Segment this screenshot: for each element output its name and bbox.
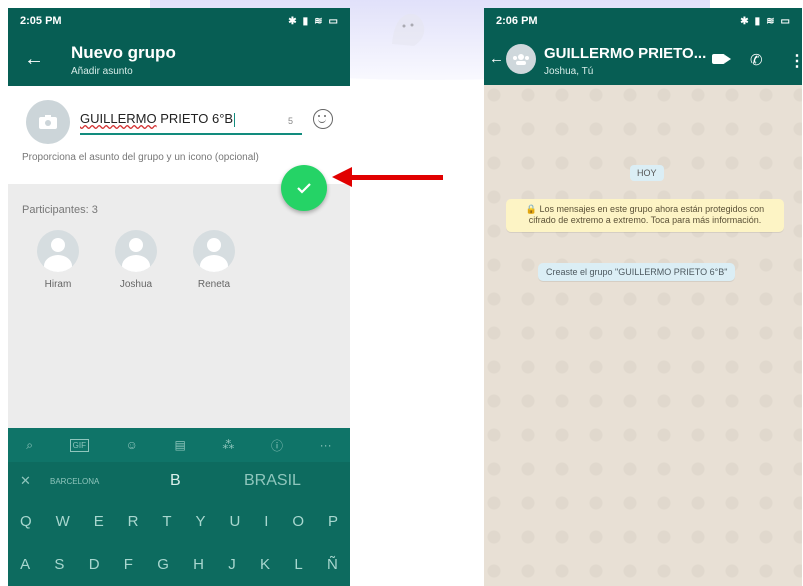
group-subject-input[interactable]: GUILLERMO PRIETO 6°B (80, 111, 302, 135)
key-d[interactable]: D (89, 556, 100, 573)
close-suggestions-icon[interactable]: ✕ (20, 473, 31, 489)
clipboard-icon[interactable]: ▤ (174, 438, 185, 452)
avatar (193, 230, 235, 272)
group-avatar[interactable] (506, 44, 536, 74)
top-app-bar: 2:05 PM ✱ ▮ ≋ ▭ ← Nuevo grupo Añadir asu… (8, 8, 350, 86)
subject-text-misspelled: GUILLERMO (80, 111, 157, 126)
participant-name: Reneta (197, 279, 231, 290)
key-u[interactable]: U (229, 513, 240, 530)
avatar (115, 230, 157, 272)
status-bar: 2:05 PM ✱ ▮ ≋ ▭ (8, 8, 350, 34)
suggestion-item[interactable]: BRASIL (244, 472, 301, 490)
chat-members: Joshua, Tú (544, 66, 594, 77)
keyboard: ⌕ GIF ☺ ▤ ⁂ ⓘ ··· ✕ BARCELONA B BRASIL Q… (8, 428, 350, 586)
key-y[interactable]: Y (196, 513, 206, 530)
emoji-icon[interactable] (313, 109, 333, 129)
camera-icon (39, 115, 57, 129)
date-chip: HOY (630, 165, 664, 181)
screen-title: Nuevo grupo (71, 43, 176, 62)
participant-item[interactable]: Joshua (106, 230, 166, 290)
group-photo-button[interactable] (26, 100, 70, 144)
char-counter: 5 (288, 116, 294, 126)
suggestion-item[interactable]: BARCELONA (50, 477, 99, 486)
subject-hint: Proporciona el asunto del grupo y un ico… (22, 152, 259, 163)
participants-section (8, 184, 350, 433)
key-l[interactable]: L (294, 556, 302, 573)
confirm-button[interactable] (281, 165, 327, 211)
key-h[interactable]: H (193, 556, 204, 573)
back-arrow-icon[interactable]: ← (489, 50, 504, 67)
key-r[interactable]: R (128, 513, 139, 530)
subject-text-rest: PRIETO 6°B (156, 111, 234, 126)
key-s[interactable]: S (54, 556, 64, 573)
group-icon (513, 54, 529, 65)
group-chat-screen: 2:06 PM ✱ ▮ ≋ ▭ ← GUILLERMO PRIETO... Jo… (484, 8, 802, 586)
battery-icon: ▭ (328, 15, 338, 27)
key-n-tilde[interactable]: Ñ (327, 556, 338, 573)
chat-app-bar: 2:06 PM ✱ ▮ ≋ ▭ ← GUILLERMO PRIETO... Jo… (484, 8, 802, 85)
status-time: 2:06 PM (496, 15, 538, 27)
participant-name: Joshua (119, 279, 153, 290)
key-j[interactable]: J (228, 556, 236, 573)
key-q[interactable]: Q (20, 513, 32, 530)
status-icons: ✱ ▮ ≋ ▭ (740, 16, 790, 27)
wifi-icon: ≋ (314, 15, 323, 27)
signal-icon: ▮ (302, 15, 309, 27)
search-icon[interactable]: ⌕ (26, 438, 33, 453)
keyboard-toolbar: ⌕ GIF ☺ ▤ ⁂ ⓘ ··· (8, 428, 350, 462)
participant-item[interactable]: Hiram (28, 230, 88, 290)
keyboard-row-2: A S D F G H J K L Ñ (8, 543, 350, 586)
wifi-icon: ≋ (766, 15, 775, 27)
keyboard-row-1: Q W E R T Y U I O P (8, 500, 350, 543)
video-call-icon[interactable] (712, 54, 725, 64)
key-g[interactable]: G (157, 556, 169, 573)
phone-call-icon[interactable]: ✆ (750, 51, 763, 69)
sticker-icon[interactable]: ☺ (126, 438, 138, 452)
participant-item[interactable]: Reneta (184, 230, 244, 290)
more-options-icon[interactable]: ⋮ (789, 51, 802, 71)
text-cursor (234, 112, 236, 127)
participants-count: Participantes: 3 (22, 204, 98, 216)
status-bar: 2:06 PM ✱ ▮ ≋ ▭ (484, 8, 802, 34)
key-w[interactable]: W (56, 513, 70, 530)
back-arrow-icon[interactable]: ← (24, 48, 44, 71)
key-e[interactable]: E (94, 513, 104, 530)
signal-icon: ▮ (754, 15, 761, 27)
translate-icon[interactable]: ⁂ (222, 438, 234, 452)
key-o[interactable]: O (292, 513, 304, 530)
key-p[interactable]: P (328, 513, 338, 530)
status-time: 2:05 PM (20, 15, 62, 27)
key-f[interactable]: F (124, 556, 133, 573)
gif-icon[interactable]: GIF (69, 438, 89, 452)
cartoon-mascot-icon (392, 13, 425, 46)
participant-name: Hiram (44, 279, 72, 290)
group-created-message: Creaste el grupo "GUILLERMO PRIETO 6°B" (538, 263, 736, 281)
annotation-arrow-shaft (350, 175, 443, 180)
key-k[interactable]: K (260, 556, 270, 573)
key-a[interactable]: A (20, 556, 30, 573)
chat-title[interactable]: GUILLERMO PRIETO... (544, 45, 706, 62)
key-t[interactable]: T (162, 513, 171, 530)
new-group-screen: 2:05 PM ✱ ▮ ≋ ▭ ← Nuevo grupo Añadir asu… (8, 8, 350, 586)
checkmark-icon (297, 183, 311, 194)
bluetooth-icon: ✱ (288, 15, 297, 27)
more-icon[interactable]: ··· (320, 438, 332, 452)
bluetooth-icon: ✱ (740, 15, 749, 27)
battery-icon: ▭ (780, 15, 790, 27)
annotation-arrow-head (332, 167, 352, 187)
key-i[interactable]: I (264, 513, 268, 530)
encryption-notice[interactable]: 🔒 Los mensajes en este grupo ahora están… (506, 199, 784, 232)
suggestion-item[interactable]: B (170, 472, 181, 490)
chat-background: HOY 🔒 Los mensajes en este grupo ahora e… (484, 85, 802, 586)
status-icons: ✱ ▮ ≋ ▭ (288, 16, 338, 27)
info-icon[interactable]: ⓘ (271, 437, 283, 454)
screen-subtitle: Añadir asunto (71, 66, 133, 77)
suggestion-strip: ✕ BARCELONA B BRASIL (8, 462, 350, 500)
avatar (37, 230, 79, 272)
